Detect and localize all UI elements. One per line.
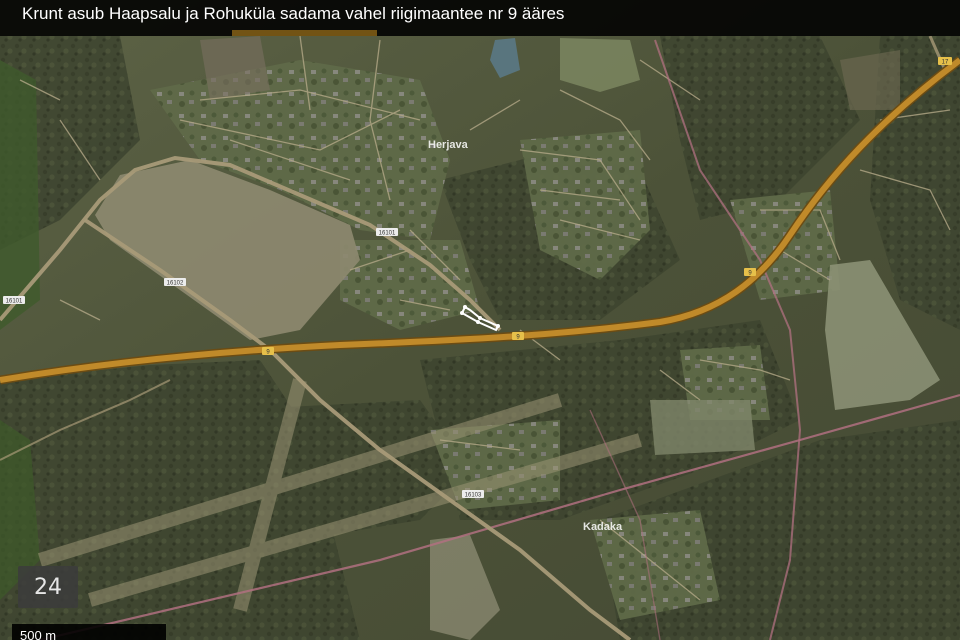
shield-main-west: 9 <box>262 347 274 356</box>
map-viewer: 9 9 9 17 16101 16101 16102 16103 Herjava… <box>0 0 960 640</box>
place-label-kadaka: Kadaka <box>583 521 623 533</box>
shield-16102: 16102 <box>164 278 186 287</box>
svg-text:16101: 16101 <box>379 231 396 237</box>
title-accent-line <box>232 30 377 36</box>
shield-16103: 16103 <box>462 490 484 499</box>
scale-label: 500 m <box>20 628 57 640</box>
forest-edge-west <box>0 60 40 330</box>
caption-text: Krunt asub Haapsalu ja Rohuküla sadama v… <box>22 4 565 23</box>
svg-text:16103: 16103 <box>465 493 482 499</box>
caption-bar: Krunt asub Haapsalu ja Rohuküla sadama v… <box>0 0 960 36</box>
svg-text:17: 17 <box>942 60 949 66</box>
shield-16101-a: 16101 <box>376 228 398 237</box>
shield-main-east: 9 <box>744 268 756 277</box>
place-label-herjava: Herjava <box>428 139 469 151</box>
zoom-level-badge: 24 <box>18 566 78 608</box>
shield-main-northeast: 17 <box>938 57 952 66</box>
shield-16101-b: 16101 <box>3 296 25 305</box>
svg-text:16101: 16101 <box>6 299 23 305</box>
satellite-map[interactable]: 9 9 9 17 16101 16101 16102 16103 Herjava… <box>0 0 960 640</box>
zoom-level-value: 24 <box>34 574 62 600</box>
svg-text:16102: 16102 <box>167 281 184 287</box>
shield-main-center: 9 <box>512 332 524 341</box>
scale-bar: 500 m <box>12 624 166 640</box>
